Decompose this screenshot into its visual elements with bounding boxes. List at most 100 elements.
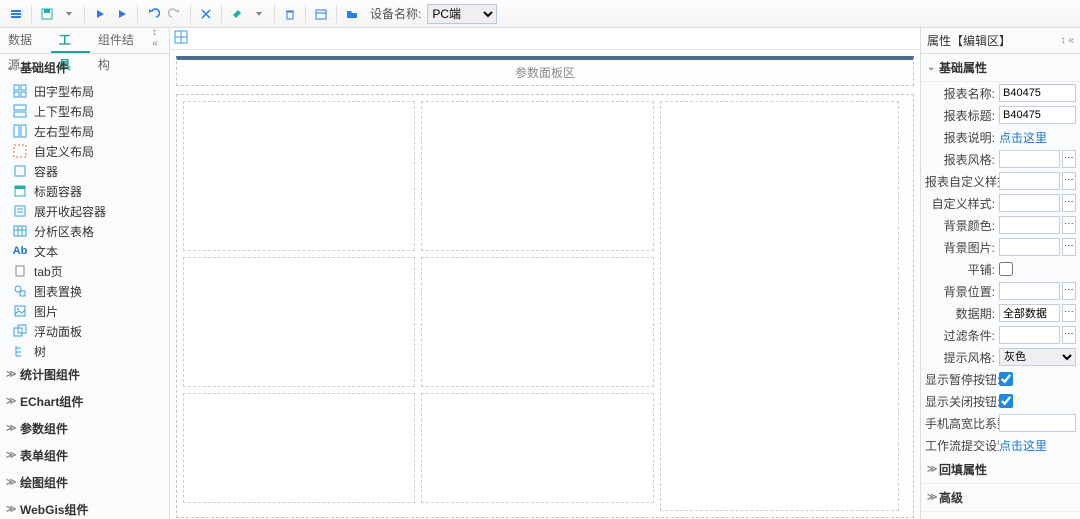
property-checkbox[interactable] [999, 262, 1013, 276]
property-link[interactable]: 点击这里 [999, 437, 1047, 454]
property-checkbox[interactable] [999, 394, 1013, 408]
component-item-label: 自定义布局 [34, 143, 94, 160]
component-group-header[interactable]: ≫表单组件 [0, 442, 169, 469]
chevron-icon: ≫ [927, 492, 939, 503]
paint-dropdown-icon[interactable] [249, 4, 269, 24]
property-ellipsis-button[interactable]: ··· [1062, 326, 1076, 344]
property-group-header[interactable]: ≫高级 [921, 484, 1080, 512]
property-ellipsis-button[interactable]: ··· [1062, 150, 1076, 168]
property-ellipsis-button[interactable]: ··· [1062, 194, 1076, 212]
component-item[interactable]: tab页 [0, 261, 169, 281]
design-canvas[interactable] [176, 94, 914, 518]
image-icon [12, 303, 28, 319]
component-item[interactable]: 标题容器 [0, 181, 169, 201]
property-row: 报表名称: [921, 82, 1080, 104]
left-tab-1[interactable]: 工具 [51, 28, 90, 53]
canvas-grid-icon[interactable] [174, 30, 192, 48]
component-item[interactable]: Ab文本 [0, 241, 169, 261]
component-item[interactable]: 图片 [0, 301, 169, 321]
text-icon: Ab [12, 243, 28, 259]
canvas-slot[interactable] [421, 101, 653, 251]
property-ellipsis-button[interactable]: ··· [1062, 282, 1076, 300]
component-item[interactable]: 左右型布局 [0, 121, 169, 141]
property-ellipsis-button[interactable]: ··· [1062, 238, 1076, 256]
open-icon[interactable] [342, 4, 362, 24]
calendar-icon[interactable] [311, 4, 331, 24]
property-checkbox[interactable] [999, 372, 1013, 386]
canvas-slot[interactable] [660, 101, 899, 511]
chevron-icon: ≫ [6, 477, 18, 488]
property-select[interactable]: 灰色 [999, 348, 1076, 366]
property-text-input[interactable] [999, 106, 1076, 124]
left-panel-controls[interactable]: ↕ « [152, 27, 169, 53]
canvas-slot[interactable] [183, 393, 415, 503]
chevron-icon: ≫ [6, 369, 18, 380]
component-item[interactable]: 上下型布局 [0, 101, 169, 121]
canvas-slot[interactable] [183, 101, 415, 251]
property-readonly-input [999, 326, 1060, 344]
chevron-icon: ≫ [6, 450, 18, 461]
canvas-slot[interactable] [183, 257, 415, 387]
component-item-label: 图表置换 [34, 283, 82, 300]
component-item-label: 浮动面板 [34, 323, 82, 340]
component-group-header[interactable]: ≫统计图组件 [0, 361, 169, 388]
save-icon[interactable] [37, 4, 57, 24]
property-row: 自定义样式:··· [921, 192, 1080, 214]
property-group-header[interactable]: ⌄基础属性 [921, 54, 1080, 82]
property-row: 报表风格:··· [921, 148, 1080, 170]
canvas-slot[interactable] [421, 393, 653, 503]
property-ellipsis-button[interactable]: ··· [1062, 172, 1076, 190]
paint-icon[interactable] [227, 4, 247, 24]
save-dropdown-icon[interactable] [59, 4, 79, 24]
property-link[interactable]: 点击这里 [999, 129, 1047, 146]
property-label: 报表名称: [925, 85, 999, 102]
component-item[interactable]: 自定义布局 [0, 141, 169, 161]
table-icon [12, 223, 28, 239]
component-item[interactable]: 树 [0, 341, 169, 361]
component-item[interactable]: 展开收起容器 [0, 201, 169, 221]
left-tab-0[interactable]: 数据源 [0, 28, 51, 53]
param-panel-area[interactable]: 参数面板区 [176, 56, 914, 86]
property-label: 平铺: [925, 261, 999, 278]
component-group-header[interactable]: ⌄基础组件 [0, 54, 169, 81]
component-item[interactable]: 田字型布局 [0, 81, 169, 101]
component-group-header[interactable]: ≫绘图组件 [0, 469, 169, 496]
component-group-header[interactable]: ≫EChart组件 [0, 388, 169, 415]
property-text-input[interactable] [999, 414, 1076, 432]
clear-icon[interactable] [196, 4, 216, 24]
chevron-icon: ≫ [6, 396, 18, 407]
property-ellipsis-button[interactable]: ··· [1062, 216, 1076, 234]
device-name-select[interactable]: PC端 [427, 4, 497, 24]
main-toolbar: 设备名称:PC端 [0, 0, 1080, 28]
component-item[interactable]: 浮动面板 [0, 321, 169, 341]
component-item[interactable]: 容器 [0, 161, 169, 181]
property-panel-pin-icon[interactable]: ↕ « [1061, 28, 1074, 54]
property-label: 背景颜色: [925, 217, 999, 234]
undo-icon[interactable] [143, 4, 163, 24]
component-item-label: 容器 [34, 163, 58, 180]
property-group-header[interactable]: ≫回填属性 [921, 456, 1080, 484]
left-panel: 数据源工具组件结构↕ « ⌄基础组件田字型布局上下型布局左右型布局自定义布局容器… [0, 28, 170, 519]
component-group-header[interactable]: ≫WebGis组件 [0, 496, 169, 519]
menu-icon[interactable] [6, 4, 26, 24]
component-item[interactable]: 分析区表格 [0, 221, 169, 241]
left-tab-2[interactable]: 组件结构 [90, 28, 152, 53]
property-label: 报表自定义样式: [925, 173, 999, 190]
property-label: 显示关闭按钮: [925, 393, 999, 410]
run-icon[interactable] [90, 4, 110, 24]
component-item-label: 田字型布局 [34, 83, 94, 100]
delete-icon[interactable] [280, 4, 300, 24]
canvas-toolbar [170, 28, 920, 50]
component-item[interactable]: 图表置换 [0, 281, 169, 301]
redo-icon[interactable] [165, 4, 185, 24]
property-label: 背景位置: [925, 283, 999, 300]
canvas-scroll[interactable]: 参数面板区 [170, 50, 920, 519]
component-item-label: 上下型布局 [34, 103, 94, 120]
canvas-slot[interactable] [421, 257, 653, 387]
component-group-header[interactable]: ≫参数组件 [0, 415, 169, 442]
property-readonly-input [999, 172, 1060, 190]
property-ellipsis-button[interactable]: ··· [1062, 304, 1076, 322]
property-row: 平铺: [921, 258, 1080, 280]
run-alt-icon[interactable] [112, 4, 132, 24]
property-text-input[interactable] [999, 84, 1076, 102]
